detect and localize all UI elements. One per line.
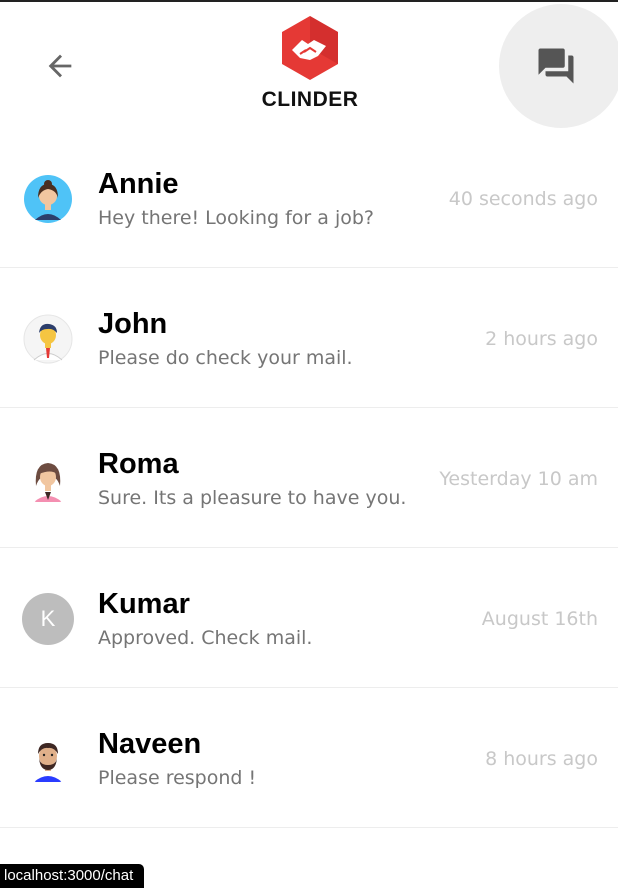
back-button[interactable] [38, 46, 82, 86]
clinder-logo: CLINDER [258, 14, 364, 114]
chat-message: Please respond ! [98, 767, 257, 789]
logo-text: CLINDER [261, 88, 359, 111]
chat-name: Kumar [98, 588, 190, 620]
chat-message: Approved. Check mail. [98, 627, 313, 649]
chat-button[interactable] [499, 4, 618, 128]
chat-time: 8 hours ago [485, 748, 598, 770]
chat-message: Hey there! Looking for a job? [98, 207, 375, 229]
chat-page: CLINDER Annie Hey there! Looking for a j… [0, 0, 618, 888]
status-bar-url: localhost:3000/chat [0, 864, 144, 888]
chat-list-item[interactable]: K Kumar Approved. Check mail. August 16t… [0, 548, 618, 688]
woman-cyan-avatar [22, 173, 74, 225]
man-tie-avatar [22, 313, 74, 365]
chat-message: Sure. Its a pleasure to have you. [98, 487, 407, 509]
chat-time: August 16th [481, 608, 598, 630]
app-header: CLINDER [0, 2, 618, 130]
chat-message: Please do check your mail. [98, 347, 353, 369]
chat-name: Annie [98, 168, 179, 200]
arrow-left-icon [48, 54, 72, 78]
chat-list-item[interactable]: John Please do check your mail. 2 hours … [0, 268, 618, 408]
chat-list-item[interactable]: Naveen Please respond ! 8 hours ago [0, 688, 618, 828]
chat-name: John [98, 308, 168, 340]
chat-name: Roma [98, 448, 179, 480]
woman-pink-avatar [22, 453, 74, 505]
chat-list-item[interactable]: Annie Hey there! Looking for a job? 40 s… [0, 128, 618, 268]
chat-time: Yesterday 10 am [439, 468, 598, 490]
chat-list: Annie Hey there! Looking for a job? 40 s… [0, 128, 618, 828]
chat-name: Naveen [98, 728, 202, 760]
chat-time: 40 seconds ago [448, 188, 598, 210]
handshake-logo-icon [282, 16, 338, 80]
avatar-letter: K [40, 606, 56, 631]
letter-avatar: K [22, 593, 74, 645]
man-beard-avatar [22, 733, 74, 785]
chat-time: 2 hours ago [485, 328, 598, 350]
chat-list-item[interactable]: Roma Sure. Its a pleasure to have you. Y… [0, 408, 618, 548]
forum-icon [538, 48, 574, 84]
